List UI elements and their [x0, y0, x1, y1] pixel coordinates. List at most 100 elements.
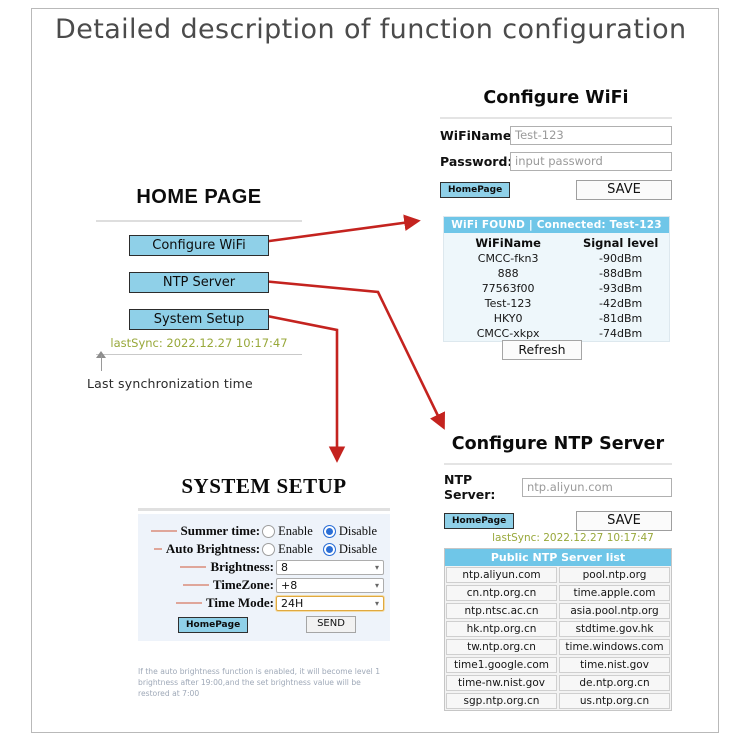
table-row: time-nw.nist.gov de.ntp.org.cn [445, 674, 671, 692]
ntp-last-sync: lastSync: 2022.12.27 10:17:47 [492, 532, 654, 544]
table-row[interactable]: HKY0 -81dBm [444, 311, 669, 326]
wifi-save-button[interactable]: SAVE [576, 180, 672, 200]
table-row: hk.ntp.org.cn stdtime.gov.hk [445, 620, 671, 638]
home-button-system-setup[interactable]: System Setup [129, 309, 269, 330]
table-row[interactable]: Test-123 -42dBm [444, 296, 669, 311]
ntp-homepage-button[interactable]: HomePage [444, 513, 515, 529]
ntp-server-cell[interactable]: hk.ntp.org.cn [446, 621, 557, 637]
system-setup-divider [138, 508, 390, 511]
ntp-server-label: NTP Server: [444, 472, 496, 502]
home-button-ntp-server[interactable]: NTP Server [129, 272, 269, 293]
page-title: Detailed description of function configu… [55, 14, 687, 45]
row-timezone: TimeZone: +8 ▾ [144, 576, 384, 594]
select-time-mode-value: 24H [281, 596, 304, 610]
home-button-group: Configure WiFi NTP Server System Setup [96, 222, 302, 330]
wifi-network-signal: -42dBm [599, 297, 643, 310]
select-timezone-value: +8 [281, 578, 298, 592]
home-last-sync: lastSync: 2022.12.27 10:17:47 [110, 336, 288, 350]
chevron-down-icon: ▾ [374, 598, 379, 608]
label-summer-enable: Enable [278, 523, 313, 538]
select-timezone[interactable]: +8 ▾ [276, 577, 384, 593]
dash-icon [176, 602, 202, 604]
ntp-server-cell[interactable]: time-nw.nist.gov [446, 675, 557, 691]
wifi-table-column-headers: WiFiName Signal level [444, 233, 669, 251]
wifi-col-signal-header: Signal level [582, 236, 659, 250]
ntp-button-row: HomePage SAVE [444, 511, 672, 531]
row-time-mode: Time Mode: 24H ▾ [144, 594, 384, 612]
ntp-server-cell[interactable]: time1.google.com [446, 657, 557, 673]
dash-icon [180, 566, 207, 568]
system-setup-form: Summer time: Enable Disable Auto Brightn… [138, 514, 390, 641]
ntp-server-cell[interactable]: sgp.ntp.org.cn [446, 693, 557, 709]
wifi-button-row: HomePage SAVE [440, 180, 672, 200]
table-row: tw.ntp.org.cn time.windows.com [445, 638, 671, 656]
row-auto-brightness: Auto Brightness: Enable Disable [144, 540, 384, 558]
ntp-server-cell[interactable]: us.ntp.org.cn [559, 693, 670, 709]
select-time-mode[interactable]: 24H ▾ [276, 595, 384, 611]
ntp-divider [444, 463, 672, 465]
configure-ntp-title: Configure NTP Server [451, 434, 665, 454]
ntp-server-input[interactable]: ntp.aliyun.com [522, 477, 672, 497]
wifi-name-input[interactable]: Test-123 [510, 126, 672, 145]
chevron-down-icon: ▾ [374, 580, 379, 590]
table-row[interactable]: CMCC-fkn3 -90dBm [444, 251, 669, 266]
radio-auto-brightness-enable[interactable] [262, 542, 276, 556]
wifi-network-name: Test-123 [484, 297, 532, 310]
system-setup-homepage-button[interactable]: HomePage [178, 616, 249, 633]
wifi-name-row: WiFiName: Test-123 [440, 126, 672, 145]
ntp-server-cell[interactable]: pool.ntp.org [559, 567, 670, 583]
system-setup-button-row: HomePage SEND [144, 616, 384, 633]
wifi-name-label: WiFiName: [440, 128, 517, 143]
ntp-server-cell[interactable]: ntp.ntsc.ac.cn [446, 603, 557, 619]
label-auto-brightness: Auto Brightness: [165, 541, 261, 556]
radio-group-summer-time: Enable Disable [262, 524, 384, 539]
home-page-title: HOME PAGE [136, 186, 262, 208]
wifi-col-name-header: WiFiName [475, 236, 541, 250]
public-ntp-server-table: Public NTP Server list ntp.aliyun.com po… [444, 548, 672, 711]
select-brightness[interactable]: 8 ▾ [276, 559, 384, 575]
row-brightness: Brightness: 8 ▾ [144, 558, 384, 576]
table-row: ntp.ntsc.ac.cn asia.pool.ntp.org [445, 602, 671, 620]
ntp-server-cell[interactable]: time.apple.com [559, 585, 670, 601]
system-setup-send-button[interactable]: SEND [306, 616, 356, 633]
label-summer-time: Summer time: [180, 523, 261, 538]
table-row: sgp.ntp.org.cn us.ntp.org.cn [445, 692, 671, 710]
chevron-down-icon: ▾ [374, 562, 379, 572]
wifi-network-name: 888 [497, 267, 519, 280]
ntp-server-cell[interactable]: de.ntp.org.cn [559, 675, 670, 691]
wifi-refresh-button[interactable]: Refresh [502, 340, 582, 360]
ntp-server-cell[interactable]: time.nist.gov [559, 657, 670, 673]
wifi-found-header: WiFi FOUND | Connected: Test-123 [444, 217, 669, 233]
wifi-password-input[interactable]: input password [510, 152, 672, 171]
wifi-network-name: 77563f00 [481, 282, 535, 295]
callout-stem [101, 355, 102, 371]
table-row: cn.ntp.org.cn time.apple.com [445, 584, 671, 602]
system-setup-note: If the auto brightness function is enabl… [138, 667, 381, 698]
table-row: time1.google.com time.nist.gov [445, 656, 671, 674]
table-row[interactable]: 77563f00 -93dBm [444, 281, 669, 296]
ntp-server-cell[interactable]: stdtime.gov.hk [559, 621, 670, 637]
radio-summer-time-disable[interactable] [322, 524, 336, 538]
ntp-server-cell[interactable]: tw.ntp.org.cn [446, 639, 557, 655]
ntp-save-button[interactable]: SAVE [576, 511, 672, 531]
home-page-panel: HOME PAGE Configure WiFi NTP Server Syst… [96, 186, 302, 355]
home-button-configure-wifi[interactable]: Configure WiFi [129, 235, 269, 256]
label-auto-disable: Disable [338, 541, 377, 556]
radio-summer-time-enable[interactable] [262, 524, 276, 538]
wifi-homepage-button[interactable]: HomePage [440, 182, 511, 198]
ntp-server-row: NTP Server: ntp.aliyun.com [444, 472, 672, 502]
ntp-server-cell[interactable]: time.windows.com [559, 639, 670, 655]
configure-wifi-title: Configure WiFi [483, 88, 629, 108]
ntp-server-cell[interactable]: cn.ntp.org.cn [446, 585, 557, 601]
table-row[interactable]: 888 -88dBm [444, 266, 669, 281]
wifi-network-name: CMCC-xkpx [476, 327, 540, 340]
table-row[interactable]: CMCC-xkpx -74dBm [444, 326, 669, 341]
wifi-network-name: HKY0 [493, 312, 523, 325]
public-ntp-header: Public NTP Server list [445, 549, 671, 566]
configure-ntp-panel: Configure NTP Server NTP Server: ntp.ali… [444, 434, 672, 550]
system-setup-panel: SYSTEM SETUP Summer time: Enable Disable… [138, 474, 390, 641]
ntp-server-cell[interactable]: ntp.aliyun.com [446, 567, 557, 583]
label-timezone: TimeZone: [212, 577, 274, 592]
radio-auto-brightness-disable[interactable] [322, 542, 336, 556]
ntp-server-cell[interactable]: asia.pool.ntp.org [559, 603, 670, 619]
